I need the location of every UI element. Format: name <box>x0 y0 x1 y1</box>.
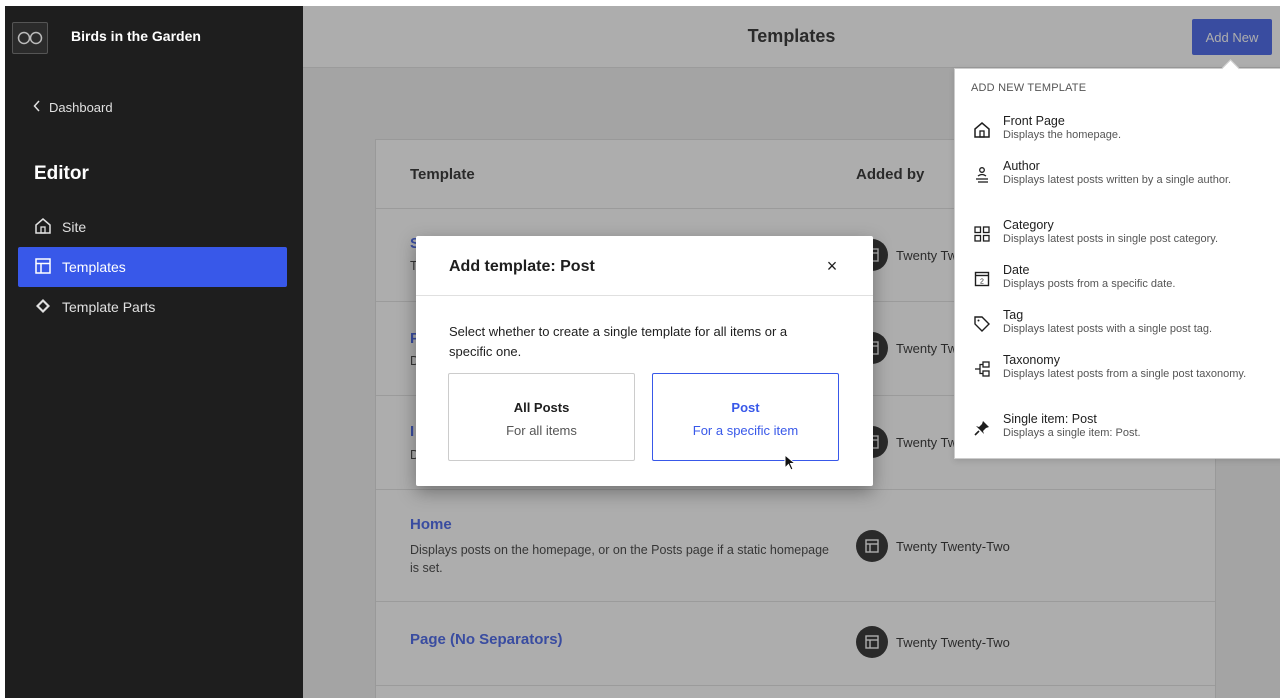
menu-item-desc: Displays latest posts in single post cat… <box>1003 233 1219 245</box>
close-icon[interactable]: × <box>820 254 844 278</box>
menu-item-desc: Displays the homepage. <box>1003 129 1122 141</box>
dashboard-label: Dashboard <box>49 100 113 115</box>
menu-item-label: Front Page <box>1003 114 1065 128</box>
sidebar-item-label: Template Parts <box>62 299 156 315</box>
menu-item-desc: Displays posts from a specific date. <box>1003 278 1176 290</box>
option-specific-post[interactable]: Post For a specific item <box>652 373 839 461</box>
option-title: Post <box>731 400 760 415</box>
menu-item-category[interactable]: Category Displays latest posts in single … <box>971 217 1276 246</box>
menu-item-front-page[interactable]: Front Page Displays the homepage. <box>971 113 1276 142</box>
menu-item-taxonomy[interactable]: Taxonomy Displays latest posts from a sin… <box>971 352 1276 381</box>
site-title[interactable]: Birds in the Garden <box>71 28 201 44</box>
option-subtitle: For a specific item <box>692 423 799 438</box>
menu-item-label: Single item: Post <box>1003 412 1097 426</box>
sidebar-section-title: Editor <box>34 163 89 184</box>
category-icon <box>971 223 993 245</box>
sidebar-item-templates[interactable]: Templates <box>18 247 287 287</box>
menu-item-desc: Displays latest posts with a single post… <box>1003 323 1213 335</box>
author-icon <box>971 164 993 186</box>
home-icon <box>34 217 52 238</box>
mouse-cursor-icon <box>784 453 798 477</box>
option-all-posts[interactable]: All Posts For all items <box>448 373 635 461</box>
menu-item-date[interactable]: 2 Date Displays posts from a specific dat… <box>971 262 1276 291</box>
dashboard-back-link[interactable]: Dashboard <box>33 100 113 115</box>
menu-item-label: Taxonomy <box>1003 353 1060 367</box>
option-title: All Posts <box>513 400 570 415</box>
menu-item-desc: Displays latest posts from a single post… <box>1003 368 1247 380</box>
modal-description: Select whether to create a single templa… <box>449 324 788 359</box>
home-icon <box>971 119 993 141</box>
option-subtitle: For all items <box>506 423 577 438</box>
menu-item-label: Author <box>1003 159 1040 173</box>
menu-item-desc: Displays a single item: Post. <box>1003 427 1141 439</box>
tag-icon <box>971 313 993 335</box>
diamond-icon <box>34 297 52 318</box>
menu-item-tag[interactable]: Tag Displays latest posts with a single p… <box>971 307 1276 336</box>
pin-icon <box>971 417 993 439</box>
editor-app: Birds in the Garden Dashboard Editor Sit… <box>5 6 1280 698</box>
sidebar-item-template-parts[interactable]: Template Parts <box>18 287 287 327</box>
menu-item-label: Category <box>1003 218 1054 232</box>
modal-header: Add template: Post × <box>416 236 873 296</box>
taxonomy-icon <box>971 358 993 380</box>
svg-text:2: 2 <box>980 279 984 286</box>
date-icon: 2 <box>971 268 993 290</box>
menu-item-single-post[interactable]: Single item: Post Displays a single item:… <box>971 411 1276 440</box>
menu-item-label: Tag <box>1003 308 1024 322</box>
menu-item-author[interactable]: Author Displays latest posts written by a… <box>971 158 1276 187</box>
menu-heading: ADD NEW TEMPLATE <box>971 82 1087 94</box>
add-new-template-menu: ADD NEW TEMPLATE Front Page Displays the … <box>954 68 1280 459</box>
sidebar-item-label: Site <box>62 219 87 235</box>
sidebar-nav: Site Templates Template Parts <box>18 207 287 327</box>
chevron-left-icon <box>33 100 41 115</box>
sidebar-item-site[interactable]: Site <box>18 207 287 247</box>
add-template-modal: Add template: Post × Select whether to c… <box>416 236 873 486</box>
modal-title: Add template: Post <box>449 258 595 275</box>
sidebar-item-label: Templates <box>62 259 126 275</box>
menu-item-desc: Displays latest posts written by a singl… <box>1003 174 1232 186</box>
layout-icon <box>34 257 52 278</box>
sidebar: Birds in the Garden Dashboard Editor Sit… <box>5 6 303 698</box>
menu-item-label: Date <box>1003 263 1030 277</box>
site-logo-icon[interactable] <box>12 22 48 54</box>
